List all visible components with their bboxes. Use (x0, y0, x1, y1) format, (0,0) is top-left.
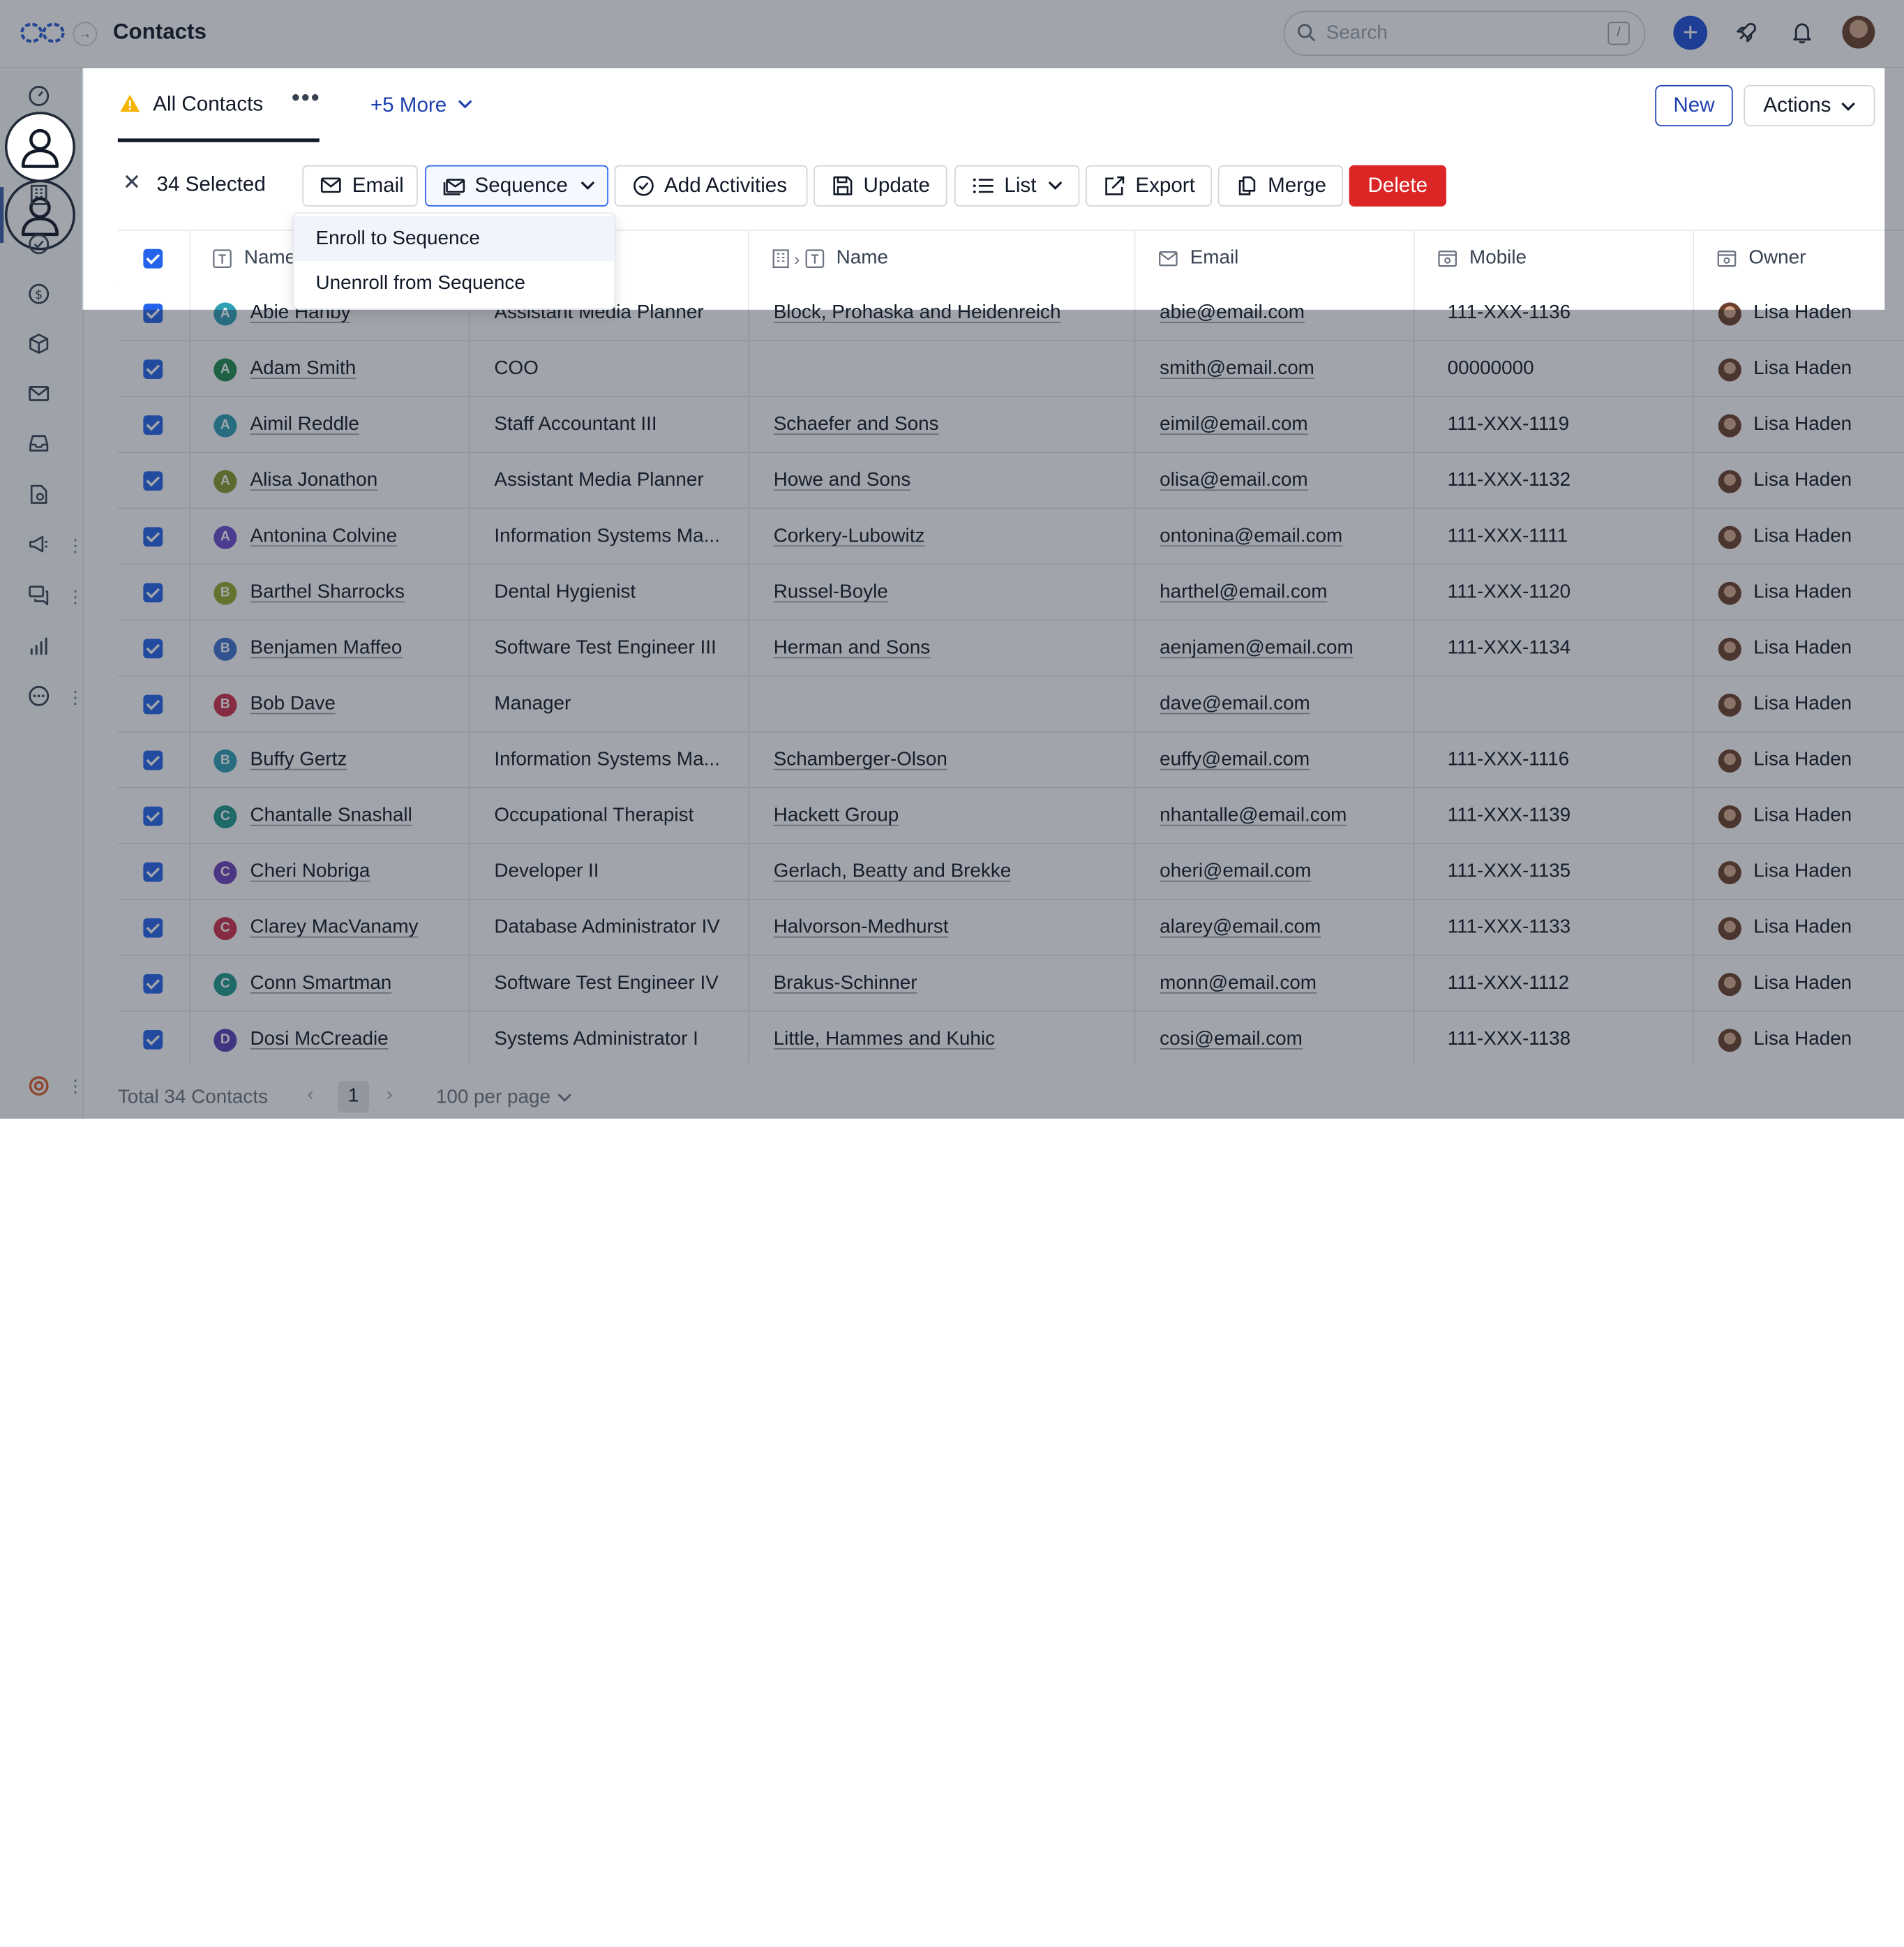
update-button[interactable]: Update (814, 165, 947, 207)
email-button[interactable]: Email (302, 165, 418, 207)
contacts-nav-highlight[interactable] (4, 112, 75, 183)
list-icon (973, 178, 994, 193)
new-button[interactable]: New (1655, 84, 1733, 127)
column-header-label: Owner (1748, 248, 1806, 269)
lookup-field-icon (1717, 251, 1737, 267)
select-all-header[interactable] (118, 230, 191, 287)
dim-overlay-bottom[interactable] (0, 309, 1904, 1119)
tab-all-contacts-label: All Contacts (153, 92, 264, 116)
tab-options-icon[interactable]: ••• (292, 85, 321, 113)
add-activities-label: Add Activities (664, 173, 788, 197)
menu-item-enroll-to-sequence[interactable]: Enroll to Sequence (294, 216, 615, 262)
email-send-icon (320, 177, 341, 193)
list-dropdown-button[interactable]: List (954, 165, 1080, 207)
company-field-icon (772, 249, 789, 269)
export-label: Export (1135, 173, 1195, 197)
tab-all-contacts[interactable]: All Contacts (119, 92, 264, 117)
more-views-label: +5 More (370, 94, 447, 117)
column-header-label: Name (243, 248, 297, 269)
add-activities-button[interactable]: Add Activities (614, 165, 808, 207)
active-tab-underline (117, 138, 320, 142)
text-field-icon (804, 249, 824, 269)
lookup-field-icon (1438, 251, 1457, 267)
sequence-button-label: Sequence (474, 173, 568, 197)
column-header-label: Name (836, 248, 888, 269)
sequence-mail-icon (443, 179, 465, 195)
clear-selection-icon[interactable]: ✕ (123, 170, 141, 196)
chevron-right-icon: › (794, 248, 800, 269)
export-icon (1105, 176, 1125, 195)
text-field-icon (213, 249, 232, 269)
check-circle-icon (634, 175, 654, 196)
sequence-button[interactable]: Sequence (425, 165, 608, 207)
contacts-icon (21, 128, 59, 168)
chevron-down-icon (1049, 181, 1063, 190)
menu-item-unenroll-from-sequence[interactable]: Unenroll from Sequence (294, 261, 614, 306)
save-disk-icon (833, 176, 853, 195)
update-label: Update (863, 173, 930, 197)
chevron-down-icon (580, 181, 594, 190)
chevron-down-icon (458, 100, 472, 109)
merge-button[interactable]: Merge (1217, 165, 1343, 207)
dim-overlay-left (0, 68, 83, 310)
merge-copy-icon (1238, 176, 1256, 195)
export-button[interactable]: Export (1086, 165, 1213, 207)
column-header-label: Mobile (1469, 248, 1527, 269)
more-views-dropdown[interactable]: +5 More (370, 94, 472, 118)
dim-overlay-right (1884, 68, 1904, 310)
column-header-company-name[interactable]: › Name (749, 230, 1136, 287)
stage: → Contacts Search / + $ ⋮ ⋮ ⋮ ⋮ All Cont… (0, 0, 1904, 1119)
actions-label: Actions (1763, 94, 1831, 117)
select-all-checkbox[interactable] (143, 248, 163, 269)
column-header-owner[interactable]: Owner (1694, 231, 1904, 287)
dim-overlay-top (0, 0, 1904, 68)
actions-dropdown-button[interactable]: Actions (1744, 84, 1875, 127)
sequence-dropdown-menu: Enroll to Sequence Unenroll from Sequenc… (292, 212, 616, 310)
view-tabs: All Contacts ••• +5 More New Actions (82, 68, 1904, 143)
column-header-mobile[interactable]: Mobile (1415, 230, 1694, 287)
delete-button[interactable]: Delete (1349, 165, 1446, 207)
email-button-label: Email (352, 173, 404, 197)
selected-count: 34 Selected (156, 172, 266, 196)
merge-label: Merge (1268, 173, 1326, 197)
app-root: → Contacts Search / + $ ⋮ ⋮ ⋮ ⋮ All Cont… (0, 0, 1904, 1947)
column-header-email[interactable]: Email (1135, 230, 1415, 287)
column-header-label: Email (1190, 248, 1239, 269)
mail-field-icon (1159, 251, 1178, 267)
chevron-down-icon (1841, 102, 1855, 111)
list-label: List (1004, 173, 1037, 197)
warning-icon (120, 94, 140, 112)
